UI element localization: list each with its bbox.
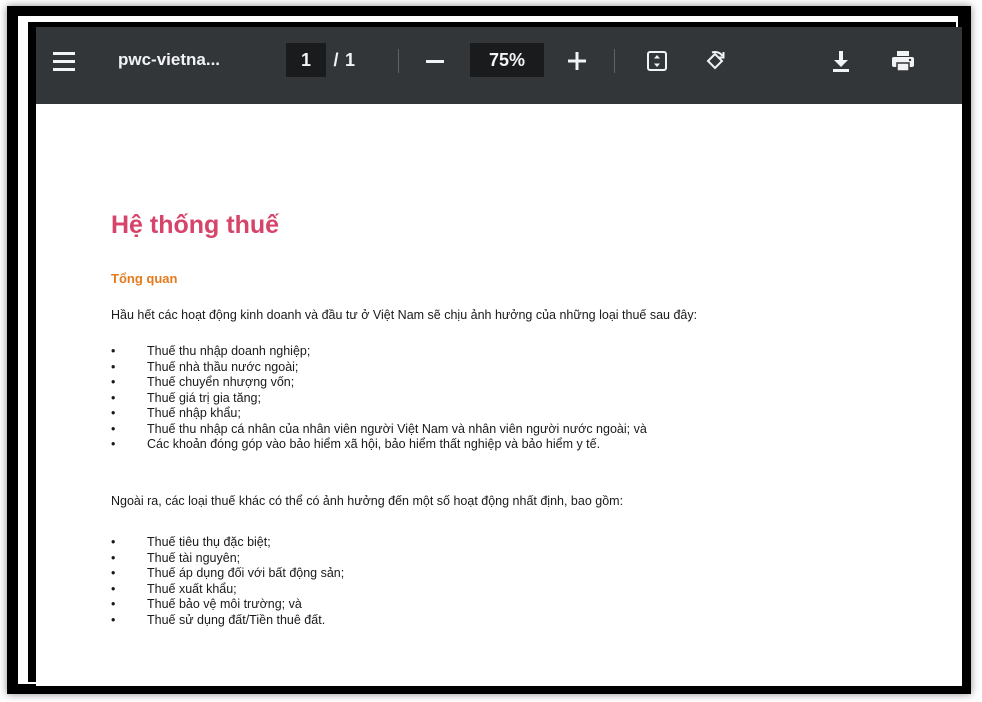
toolbar-divider xyxy=(398,49,399,73)
list-item: Thuế bảo vệ môi trường; và xyxy=(111,597,344,613)
file-name: pwc-vietna... xyxy=(118,50,221,69)
list-item: Thuế giá trị gia tăng; xyxy=(111,391,647,407)
page-number-input[interactable]: 1 xyxy=(286,43,326,77)
other-taxes-list: Thuế tiêu thụ đặc biệt; Thuế tài nguyên;… xyxy=(111,535,344,628)
zoom-out-icon[interactable] xyxy=(418,45,452,77)
zoom-level-input[interactable]: 75% xyxy=(470,43,544,77)
download-icon[interactable] xyxy=(824,45,858,77)
list-item: Thuế nhập khẩu; xyxy=(111,406,647,422)
page-separator: / xyxy=(333,49,339,70)
document-subtitle: Tổng quan xyxy=(111,271,178,286)
intro-paragraph: Hầu hết các hoạt động kinh doanh và đầu … xyxy=(111,308,698,322)
toolbar-divider xyxy=(614,49,615,73)
document-title: Hệ thống thuế xyxy=(111,211,280,239)
pdf-viewer: pwc-vietna... 1 / 1 75% Hệ thống thuế Tổ… xyxy=(36,27,962,686)
main-taxes-list: Thuế thu nhập doanh nghiệp; Thuế nhà thầ… xyxy=(111,344,647,453)
list-item: Thuế xuất khẩu; xyxy=(111,582,344,598)
menu-icon[interactable] xyxy=(50,49,78,73)
list-item: Thuế tài nguyên; xyxy=(111,551,344,567)
page-total: 1 xyxy=(345,49,356,70)
list-item: Thuế chuyển nhượng vốn; xyxy=(111,375,647,391)
other-taxes-paragraph: Ngoài ra, các loại thuế khác có thể có ả… xyxy=(111,494,624,508)
list-item: Thuế tiêu thụ đặc biệt; xyxy=(111,535,344,551)
list-item: Thuế thu nhập doanh nghiệp; xyxy=(111,344,647,360)
list-item: Các khoản đóng góp vào bảo hiểm xã hội, … xyxy=(111,437,647,453)
document-page: Hệ thống thuế Tổng quan Hầu hết các hoạt… xyxy=(36,104,962,686)
print-icon[interactable] xyxy=(886,45,920,77)
list-item: Thuế thu nhập cá nhân của nhân viên ngườ… xyxy=(111,422,647,438)
zoom-in-icon[interactable] xyxy=(560,45,594,77)
rotate-icon[interactable] xyxy=(698,45,732,77)
list-item: Thuế nhà thầu nước ngoài; xyxy=(111,360,647,376)
pdf-toolbar: pwc-vietna... 1 / 1 75% xyxy=(36,27,962,104)
list-item: Thuế sử dụng đất/Tiền thuê đất. xyxy=(111,613,344,629)
fit-page-icon[interactable] xyxy=(640,45,674,77)
list-item: Thuế áp dụng đối với bất động sản; xyxy=(111,566,344,582)
